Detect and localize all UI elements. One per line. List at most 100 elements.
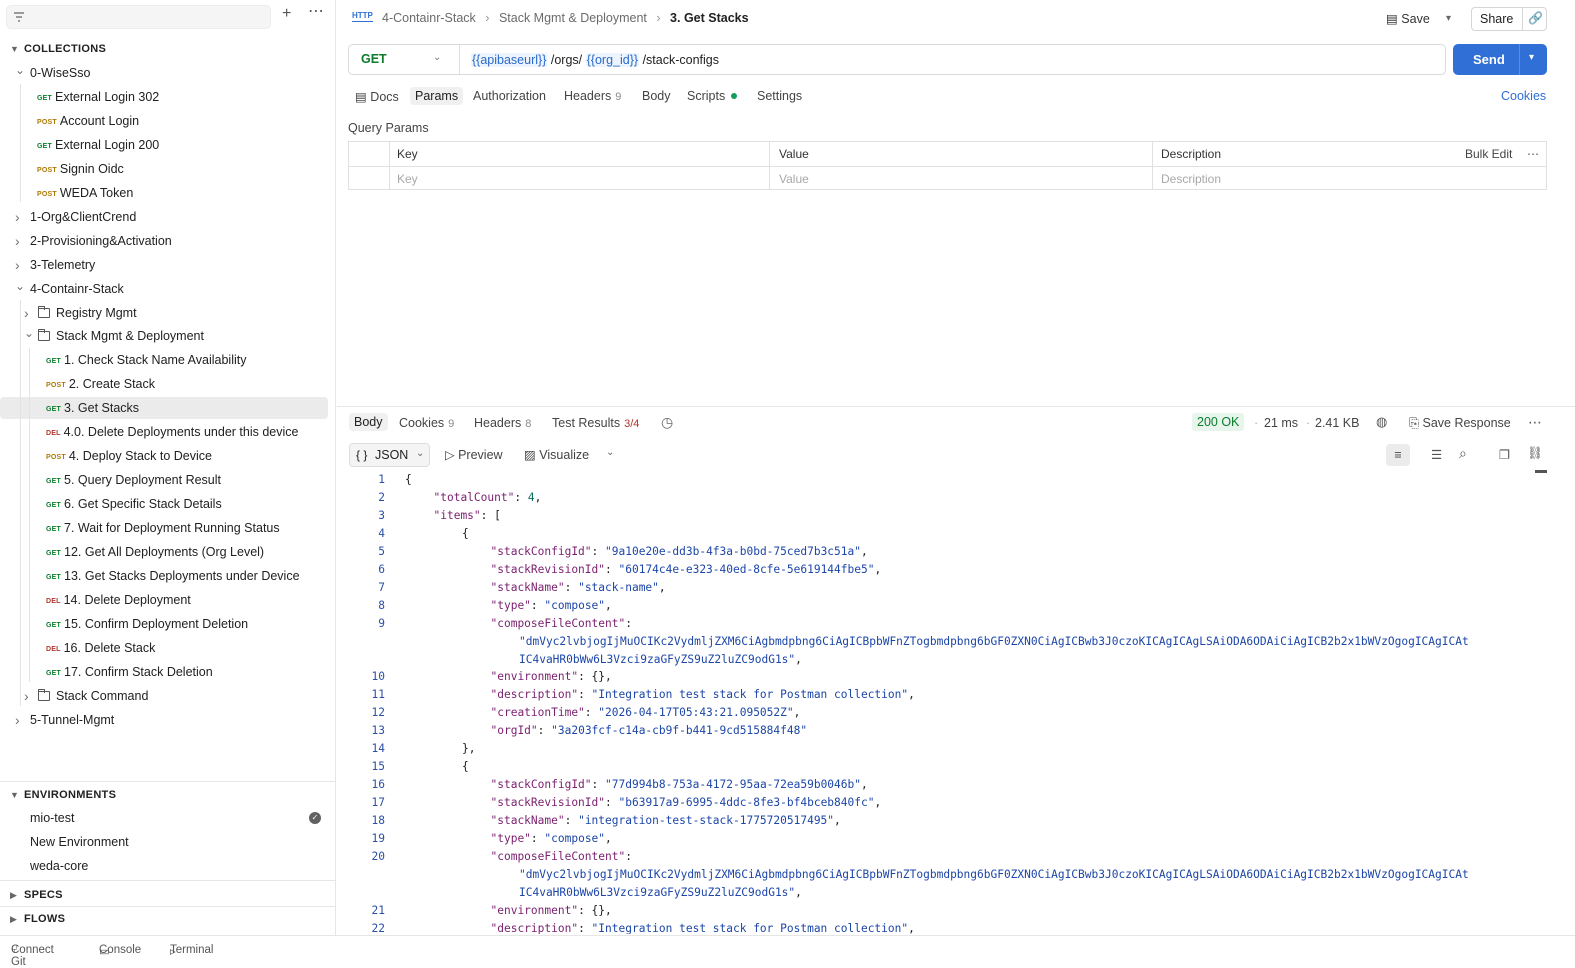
line-number: 1 — [378, 473, 385, 486]
visualize-button[interactable]: ▨ Visualize — [524, 447, 589, 462]
tab-scripts-label: Scripts — [687, 89, 726, 103]
chevron-right-icon: › — [15, 233, 20, 249]
url-path-tail: /stack-configs — [642, 53, 719, 67]
param-value-input[interactable]: Value — [779, 172, 809, 186]
request-item[interactable]: DEL 16. Delete Stack — [0, 637, 328, 659]
response-body-editor[interactable]: 1 {2 "totalCount": 4, 3 "items": [4 {5 "stackC… — [337, 470, 1533, 934]
share-button[interactable]: Share — [1480, 12, 1513, 26]
more-options-icon[interactable]: ⋯ — [1527, 147, 1539, 161]
folder-label: Stack Mgmt & Deployment — [56, 329, 204, 343]
request-item[interactable]: GET 5. Query Deployment Result — [0, 469, 328, 491]
breadcrumb-folder[interactable]: Stack Mgmt & Deployment — [499, 11, 647, 25]
request-item[interactable]: GET 17. Confirm Stack Deletion — [0, 661, 328, 683]
format-select[interactable]: { } JSON ⌄ — [349, 443, 430, 467]
folder-item[interactable]: ⌄ Stack Mgmt & Deployment — [0, 325, 328, 347]
folder-icon — [38, 329, 50, 341]
environment-item-weda-core[interactable]: weda-core — [30, 859, 88, 873]
collection-label: 5-Tunnel-Mgmt — [30, 713, 115, 727]
request-item[interactable]: DEL 14. Delete Deployment — [0, 589, 328, 611]
tab-docs[interactable]: ▤ Docs — [355, 89, 399, 104]
response-pane-divider[interactable] — [337, 406, 1575, 407]
environment-item-mio-test[interactable]: mio-test — [30, 811, 74, 825]
code-line: "stackConfigId": "77d994b8-753a-4172-95a… — [490, 778, 868, 791]
status-badge[interactable]: 200 OK — [1192, 413, 1245, 431]
param-key-input[interactable]: Key — [397, 172, 418, 186]
tab-authorization[interactable]: Authorization — [473, 89, 546, 103]
new-item-button[interactable]: + — [282, 6, 291, 22]
collection-item[interactable]: › 5-Tunnel-Mgmt — [0, 709, 328, 731]
more-options-icon[interactable]: ⋯ — [1528, 414, 1542, 431]
response-tab-test-results[interactable]: Test Results 3/4 — [552, 416, 639, 430]
request-item[interactable]: DEL 4.0. Delete Deployments under this de… — [0, 421, 328, 443]
method-select[interactable]: GET — [361, 52, 387, 66]
request-item[interactable]: GET External Login 302 — [0, 86, 328, 108]
filter-icon[interactable]: ☰ — [1431, 447, 1442, 462]
request-label: 14. Delete Deployment — [63, 593, 191, 607]
tab-body[interactable]: Body — [642, 89, 671, 103]
request-item[interactable]: GET 6. Get Specific Stack Details — [0, 493, 328, 515]
more-options-icon[interactable]: ⋯ — [308, 4, 324, 20]
collection-item[interactable]: › 1-Org&ClientCrend — [0, 206, 328, 228]
link-icon[interactable]: ⛓ — [1527, 446, 1543, 461]
specs-header[interactable]: ▶ SPECS — [10, 889, 63, 901]
response-tab-body[interactable]: Body — [349, 413, 388, 431]
history-icon[interactable]: ◷ — [661, 414, 673, 431]
copy-icon[interactable]: ❐ — [1499, 447, 1510, 462]
json-key: "description" — [490, 688, 579, 701]
wrap-lines-icon[interactable]: ≡ — [1386, 444, 1410, 466]
response-time[interactable]: 21 ms — [1264, 416, 1298, 430]
tab-settings[interactable]: Settings — [757, 89, 802, 103]
tab-scripts[interactable]: Scripts — [687, 89, 738, 103]
json-value: "dmVyc2lvbjogIjMuOCIKc2VydmljZXM6CiAgbmd… — [519, 635, 1469, 648]
response-size[interactable]: 2.41 KB — [1315, 416, 1359, 430]
test-results-count: 3/4 — [624, 418, 640, 430]
url-input[interactable]: {{apibaseurl}} /orgs/ {{org_id}} /stack-… — [471, 53, 719, 67]
cookies-link[interactable]: Cookies — [1501, 89, 1546, 103]
collection-item[interactable]: › 2-Provisioning&Activation — [0, 230, 328, 252]
send-options-chevron-icon[interactable]: ▾ — [1529, 52, 1534, 63]
collection-item[interactable]: ⌄ 0-WiseSso — [0, 62, 328, 84]
save-response-button[interactable]: ⎘ Save Response — [1409, 416, 1511, 431]
request-item[interactable]: GET 1. Check Stack Name Availability — [0, 349, 328, 371]
collections-label: COLLECTIONS — [24, 43, 107, 55]
request-item[interactable]: GET 15. Confirm Deployment Deletion — [0, 613, 328, 635]
json-value: "2026-04-17T05:43:21.095052Z" — [598, 706, 794, 719]
sidebar-filter-input[interactable] — [6, 5, 271, 29]
tab-params[interactable]: Params — [410, 87, 464, 105]
request-item[interactable]: GET 12. Get All Deployments (Org Level) — [0, 541, 328, 563]
request-item[interactable]: POST Signin Oidc — [0, 158, 328, 180]
breadcrumb-request[interactable]: 3. Get Stacks — [670, 11, 749, 25]
breadcrumb-collection[interactable]: 4-Containr-Stack — [382, 11, 476, 25]
bulk-edit-button[interactable]: Bulk Edit — [1465, 147, 1512, 161]
request-item[interactable]: POST WEDA Token — [0, 182, 328, 204]
request-item[interactable]: GET External Login 200 — [0, 134, 328, 156]
flows-header[interactable]: ▶ FLOWS — [10, 913, 65, 925]
send-button[interactable]: Send — [1473, 52, 1505, 67]
request-item[interactable]: POST Account Login — [0, 110, 328, 132]
request-item[interactable]: GET 3. Get Stacks — [0, 397, 328, 419]
request-item[interactable]: GET 13. Get Stacks Deployments under Devi… — [0, 565, 328, 587]
folder-item[interactable]: › Registry Mgmt — [0, 302, 328, 324]
response-tab-cookies[interactable]: Cookies 9 — [399, 416, 454, 430]
collection-item[interactable]: ⌄ 4-Containr-Stack — [0, 278, 328, 300]
environment-item-new[interactable]: New Environment — [30, 835, 129, 849]
collection-item[interactable]: › 3-Telemetry — [0, 254, 328, 276]
visualize-chevron-icon[interactable]: ⌄ — [606, 447, 614, 458]
folder-item[interactable]: › Stack Command — [0, 685, 328, 707]
save-dropdown-chevron-icon[interactable]: ▾ — [1446, 8, 1451, 30]
copy-link-icon[interactable]: 🔗 — [1528, 11, 1543, 25]
response-tab-headers[interactable]: Headers 8 — [474, 416, 531, 430]
preview-button[interactable]: ▷ Preview — [445, 447, 503, 462]
collections-header[interactable]: ▼ COLLECTIONS — [10, 43, 106, 55]
environments-header[interactable]: ▼ ENVIRONMENTS — [10, 789, 116, 801]
request-item[interactable]: POST 2. Create Stack — [0, 373, 328, 395]
tab-headers[interactable]: Headers 9 — [564, 89, 621, 103]
search-icon[interactable]: ⌕ — [1459, 445, 1467, 462]
row-divider — [349, 166, 1546, 167]
network-globe-icon[interactable]: ◍ — [1376, 414, 1387, 430]
vertical-scrollbar[interactable] — [1535, 470, 1547, 473]
request-item[interactable]: GET 7. Wait for Deployment Running Status — [0, 517, 328, 539]
request-item[interactable]: POST 4. Deploy Stack to Device — [0, 445, 328, 467]
param-description-input[interactable]: Description — [1161, 172, 1221, 186]
save-button[interactable]: ▤ Save — [1386, 8, 1430, 30]
